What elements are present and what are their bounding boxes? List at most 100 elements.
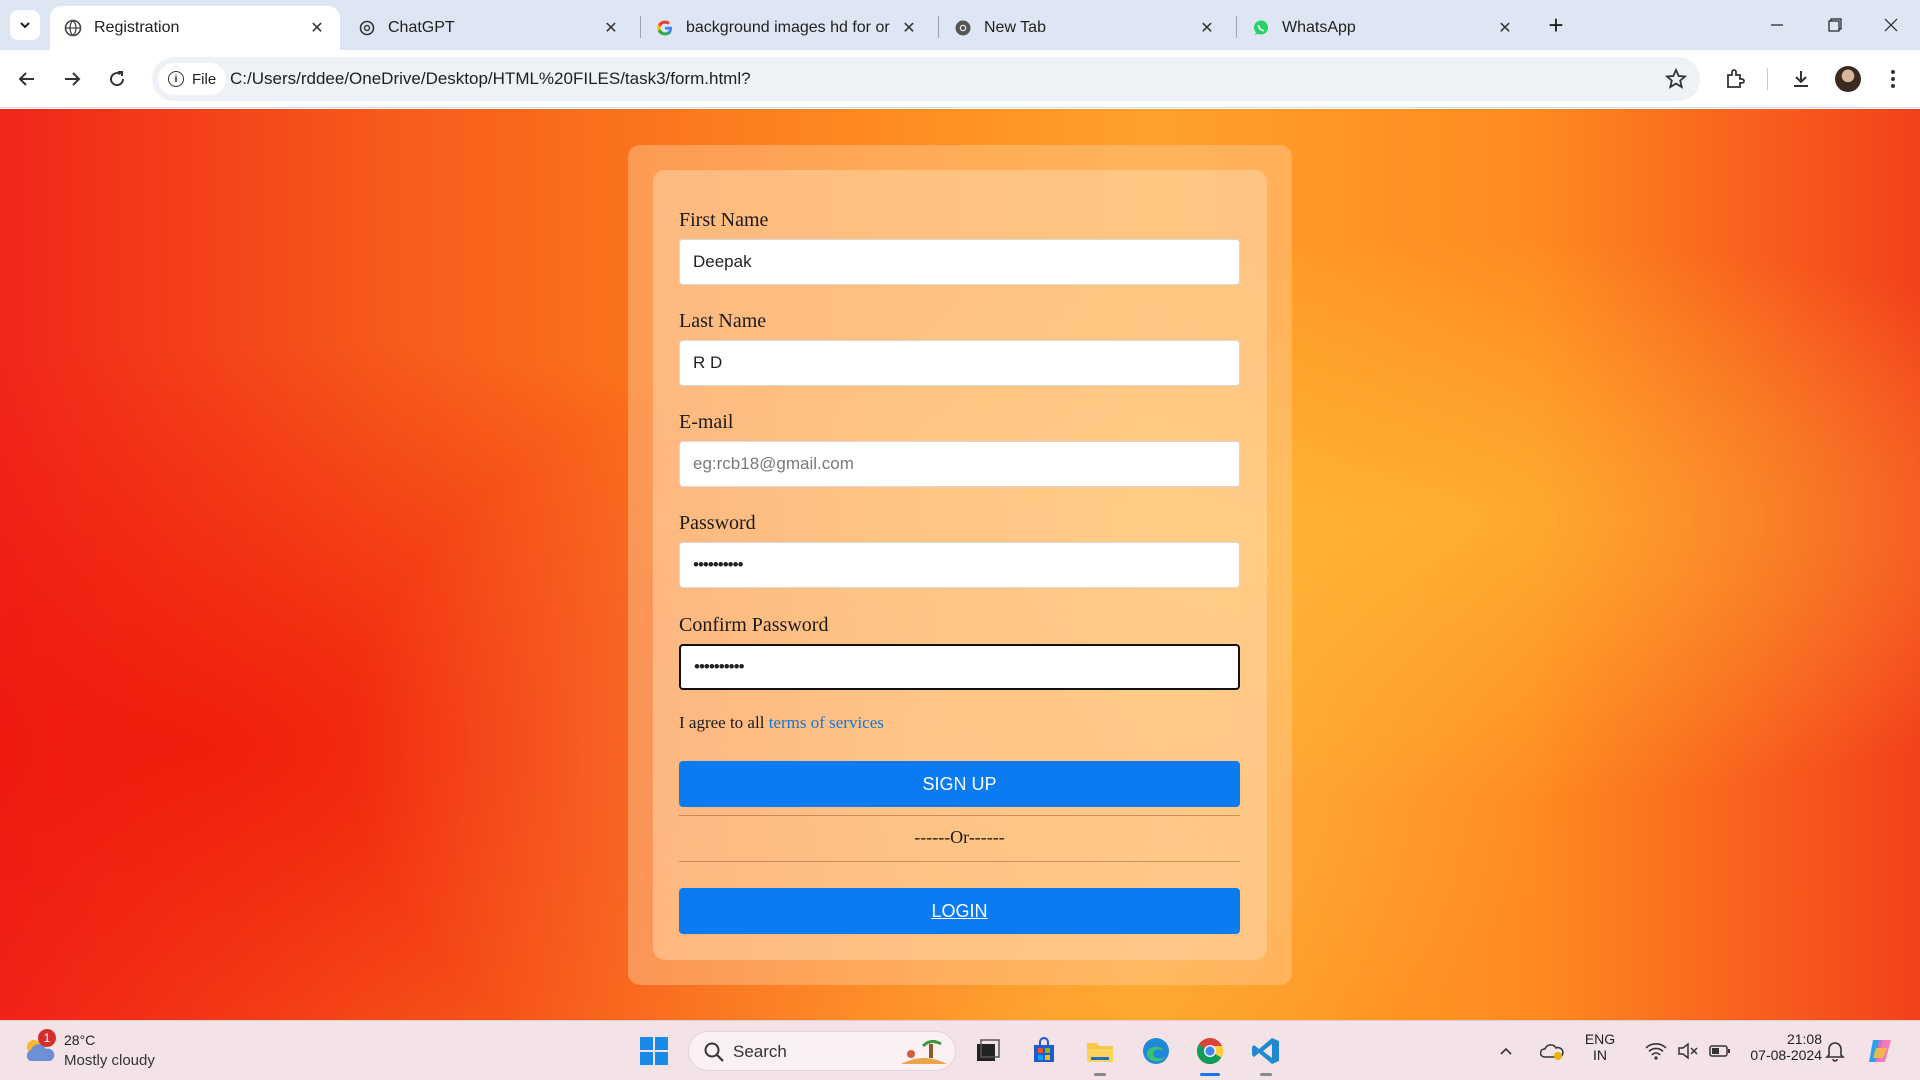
taskbar-search[interactable]: Search [688,1031,956,1071]
copilot-button[interactable] [1860,1031,1900,1071]
language-indicator[interactable]: ENG IN [1580,1031,1620,1063]
close-icon[interactable]: ✕ [1198,19,1216,37]
copilot-icon [1869,1040,1891,1062]
vscode-app[interactable] [1246,1031,1286,1071]
tab-search-button[interactable] [10,10,40,40]
chatgpt-icon [358,19,376,37]
tab-strip: Registration ✕ ChatGPT ✕ background imag… [0,0,1920,50]
signup-label: SIGN UP [922,773,997,794]
onedrive-status[interactable] [1538,1031,1566,1071]
weather-description: Mostly cloudy [64,1052,155,1069]
task-view-icon [977,1039,1000,1061]
email-label: E-mail [679,411,734,433]
chrome-icon [1196,1038,1224,1065]
file-label: File [192,70,217,88]
back-button[interactable] [10,62,44,96]
tab-title: ChatGPT [388,19,455,36]
google-icon [656,19,674,37]
password-input[interactable] [679,542,1240,588]
agree-text: I agree to all [679,713,765,732]
password-label: Password [679,512,756,534]
tab-title: background images hd for oran [686,19,890,36]
chrome-icon [954,19,972,37]
tab-new-tab[interactable]: New Tab ✕ [940,6,1230,50]
profile-avatar[interactable] [1835,66,1861,92]
site-info-chip[interactable]: i File [158,63,227,95]
edge-icon [1143,1038,1169,1064]
search-highlight-icon [901,1039,947,1064]
notifications-button[interactable] [1820,1031,1850,1071]
first-name-input[interactable] [679,239,1240,285]
bookmark-star-icon[interactable] [1664,67,1688,91]
clock[interactable]: 21:08 07-08-2024 [1736,1031,1822,1063]
address-bar[interactable]: i File C:/Users/rddee/OneDrive/Desktop/H… [152,57,1700,101]
tab-registration[interactable]: Registration ✕ [50,6,340,50]
tab-title: Registration [94,19,180,36]
minimize-button[interactable] [1748,0,1806,50]
email-input[interactable] [679,441,1240,487]
close-icon[interactable]: ✕ [308,19,326,37]
browser-toolbar: i File C:/Users/rddee/OneDrive/Desktop/H… [0,50,1920,108]
file-explorer-app[interactable] [1080,1031,1120,1071]
close-icon[interactable]: ✕ [1496,19,1514,37]
page-viewport: First Name Last Name E-mail Password Con… [0,109,1920,1020]
divider-top [679,815,1240,816]
edge-app[interactable] [1136,1031,1176,1071]
vscode-icon [1252,1038,1279,1064]
windows-start-icon [640,1037,668,1065]
restore-button[interactable] [1806,0,1864,50]
globe-icon [64,19,82,37]
minimize-icon [1771,24,1783,26]
temperature: 28°C [64,1032,96,1048]
close-icon [1884,18,1898,32]
search-label: Search [733,1042,787,1061]
wifi-icon [1645,1043,1667,1060]
weather-badge: 1 [38,1029,56,1047]
start-button[interactable] [634,1031,674,1071]
date: 07-08-2024 [1750,1047,1822,1063]
window-close-button[interactable] [1862,0,1920,50]
time: 21:08 [1786,1031,1822,1047]
whatsapp-icon [1252,19,1270,37]
download-icon[interactable] [1788,66,1814,92]
chrome-app[interactable] [1190,1031,1230,1071]
restore-icon [1828,18,1842,32]
extensions-icon[interactable] [1722,66,1748,92]
new-tab-button[interactable]: + [1542,10,1570,40]
chevron-down-icon [20,22,30,29]
tab-whatsapp[interactable]: WhatsApp ✕ [1238,6,1528,50]
show-hidden-icons-button[interactable] [1494,1031,1518,1071]
forward-button[interactable] [55,62,89,96]
tab-google-search[interactable]: background images hd for oran ✕ [642,6,932,50]
signup-button[interactable]: SIGN UP [679,761,1240,807]
tab-title: New Tab [984,19,1046,36]
tab-separator [1236,16,1237,38]
microsoft-store-icon [1034,1037,1054,1062]
tab-chatgpt[interactable]: ChatGPT ✕ [344,6,634,50]
close-icon[interactable]: ✕ [900,19,918,37]
quick-settings[interactable] [1636,1031,1740,1071]
terms-agreement: I agree to all terms of services [679,713,884,733]
confirm-password-input[interactable] [679,644,1240,690]
battery-icon [1709,1045,1730,1057]
search-icon [704,1042,724,1062]
volume-muted-icon [1678,1042,1698,1060]
or-separator: ------Or------ [914,827,1005,847]
onedrive-icon [1540,1044,1564,1060]
forward-arrow-icon [65,72,81,86]
info-icon: i [168,71,184,87]
url-text[interactable]: C:/Users/rddee/OneDrive/Desktop/HTML%20F… [230,69,751,89]
reload-button[interactable] [100,62,134,96]
app-running-indicator [1094,1073,1106,1076]
last-name-label: Last Name [679,310,767,332]
login-button[interactable]: LOGIN [679,888,1240,934]
last-name-input[interactable] [679,340,1240,386]
terms-link[interactable]: terms of services [769,713,884,732]
close-icon[interactable]: ✕ [602,19,620,37]
menu-kebab-icon[interactable] [1880,66,1906,92]
reload-icon [110,71,125,87]
task-view-button[interactable] [968,1031,1008,1071]
chevron-up-icon [1500,1047,1512,1055]
store-app[interactable] [1024,1031,1064,1071]
divider-bottom [679,861,1240,862]
